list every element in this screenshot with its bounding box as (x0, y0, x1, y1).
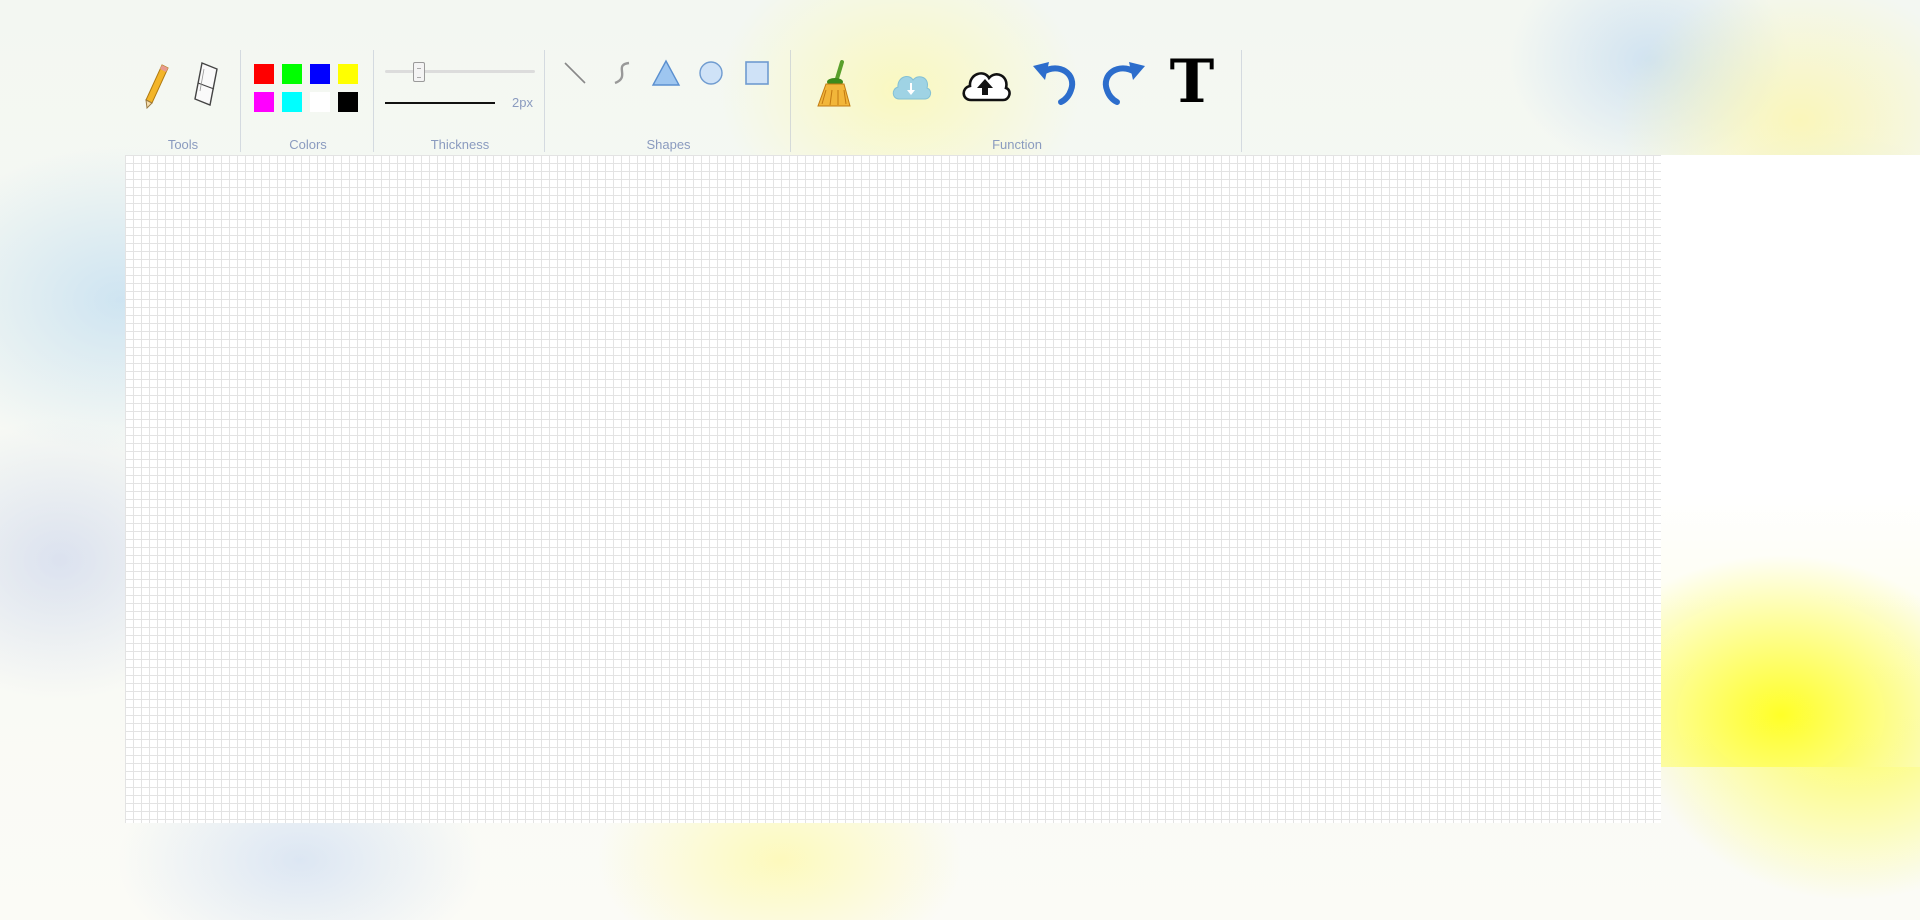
thickness-value: 2px (512, 95, 533, 110)
tools-group: Tools (125, 50, 241, 152)
undo-icon[interactable] (1028, 58, 1080, 108)
shapes-group: Shapes (546, 50, 791, 152)
pencil-icon[interactable] (141, 62, 171, 110)
background-panel (1661, 155, 1920, 767)
color-swatch-red[interactable] (254, 64, 274, 84)
cloud-download-icon[interactable] (888, 64, 934, 106)
color-swatch-green[interactable] (282, 64, 302, 84)
drawing-canvas[interactable] (125, 155, 1661, 823)
rectangle-icon[interactable] (742, 58, 772, 88)
cloud-upload-icon[interactable] (958, 62, 1012, 106)
function-group: T Function (792, 50, 1242, 152)
thickness-slider-track[interactable] (385, 70, 535, 73)
circle-icon[interactable] (696, 58, 726, 88)
function-label: Function (992, 137, 1042, 152)
tools-label: Tools (167, 137, 199, 152)
thickness-group: 2px Thickness (375, 50, 545, 152)
color-swatch-black[interactable] (338, 92, 358, 112)
text-icon-glyph: T (1169, 47, 1215, 117)
thickness-label: Thickness (430, 137, 490, 152)
color-swatch-blue[interactable] (310, 64, 330, 84)
broom-icon[interactable] (812, 60, 856, 110)
line-icon[interactable] (560, 58, 590, 88)
colors-group: Colors (242, 50, 374, 152)
color-swatch-yellow[interactable] (338, 64, 358, 84)
color-swatch-cyan[interactable] (282, 92, 302, 112)
text-icon[interactable]: T (1164, 52, 1220, 112)
shapes-label: Shapes (646, 137, 691, 152)
triangle-icon[interactable] (650, 57, 682, 89)
color-swatch-white[interactable] (310, 92, 330, 112)
redo-icon[interactable] (1098, 58, 1150, 108)
thickness-slider-thumb[interactable] (413, 62, 425, 82)
thickness-preview-line (385, 102, 495, 104)
color-swatch-magenta[interactable] (254, 92, 274, 112)
curve-icon[interactable] (606, 58, 636, 88)
eraser-icon[interactable] (190, 60, 220, 112)
colors-label: Colors (289, 137, 327, 152)
